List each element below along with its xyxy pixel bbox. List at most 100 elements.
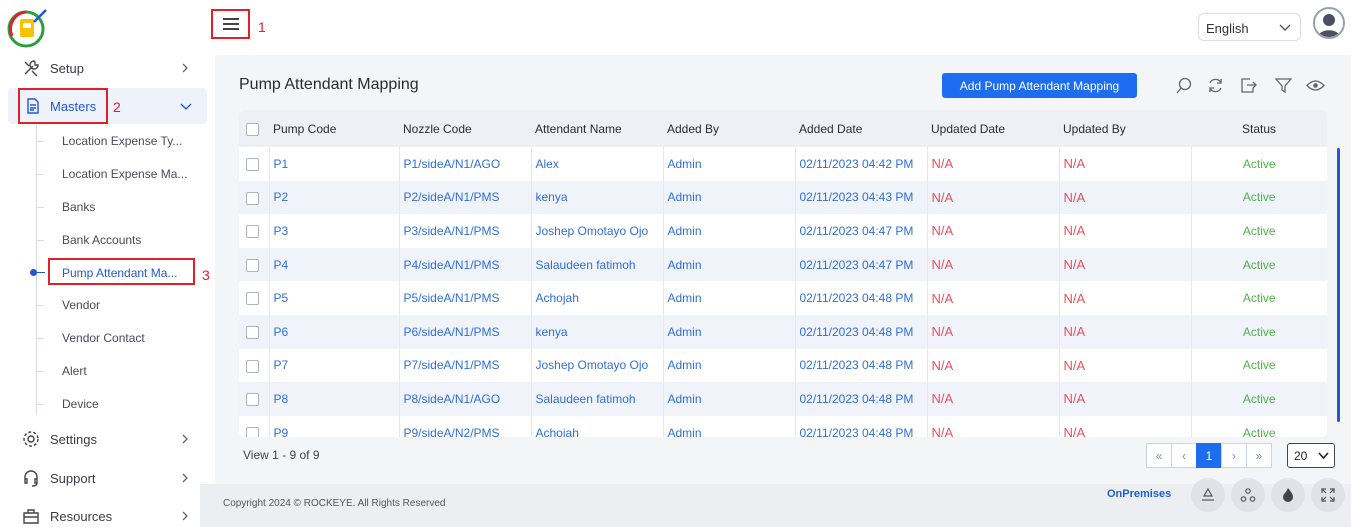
chevron-down-icon xyxy=(1279,24,1291,31)
row-checkbox[interactable] xyxy=(246,191,259,205)
row-checkbox[interactable] xyxy=(246,225,259,239)
row-select-cell xyxy=(239,281,270,315)
cell-updated-date: N/A xyxy=(927,247,1060,282)
page-size-value: 20 xyxy=(1294,449,1308,463)
tree-tick xyxy=(36,240,44,241)
table-row[interactable]: P4 P4/sideA/N1/PMS Salaudeen fatimoh Admin 0… xyxy=(239,247,1327,282)
briefcase-icon xyxy=(23,509,39,524)
prev-page-button[interactable]: ‹ xyxy=(1171,443,1197,468)
export-icon[interactable] xyxy=(1240,77,1257,94)
tree-tick xyxy=(36,207,44,208)
row-select-cell xyxy=(239,348,270,383)
row-checkbox[interactable] xyxy=(246,258,259,272)
chevron-right-icon xyxy=(182,511,188,521)
column-header-status[interactable]: Status xyxy=(1191,110,1327,147)
cell-updated-by: N/A xyxy=(1059,214,1192,248)
filter-icon[interactable] xyxy=(1275,77,1292,94)
cell-updated-date: N/A xyxy=(927,348,1060,383)
sidebar-subitem-banks[interactable]: Banks xyxy=(62,200,202,214)
cell-added-by: Admin xyxy=(663,214,796,248)
cell-status: Active xyxy=(1191,314,1327,349)
user-avatar[interactable] xyxy=(1313,7,1345,39)
sidebar-subitem-pump-attendant-mapping[interactable]: Pump Attendant Ma... xyxy=(62,266,192,280)
column-header-updated-by[interactable]: Updated By xyxy=(1059,110,1191,147)
cell-added-date: 02/11/2023 04:48 PM xyxy=(795,314,928,349)
tree-tick xyxy=(36,338,44,339)
cell-attendant-name: Alex xyxy=(531,147,664,181)
eye-icon[interactable] xyxy=(1306,77,1325,94)
add-pump-attendant-mapping-button[interactable]: Add Pump Attendant Mapping xyxy=(942,73,1137,98)
tree-tick xyxy=(36,371,44,372)
sidebar-subitem-vendor-contact[interactable]: Vendor Contact xyxy=(62,331,202,345)
column-header-updated-date[interactable]: Updated Date xyxy=(927,110,1059,147)
sidebar-item-setup[interactable]: Setup xyxy=(0,55,215,86)
cell-status: Active xyxy=(1191,247,1327,282)
chevron-right-icon xyxy=(182,434,188,444)
column-header-pump-code[interactable]: Pump Code xyxy=(269,110,399,147)
current-page-button[interactable]: 1 xyxy=(1196,443,1222,468)
table-row[interactable]: P7 P7/sideA/N1/PMS Joshep Omotayo Ojo Admin… xyxy=(239,348,1327,383)
column-header-attendant-name[interactable]: Attendant Name xyxy=(531,110,663,147)
table-row[interactable]: P2 P2/sideA/N1/PMS kenya Admin 02/11/2023 04… xyxy=(239,180,1327,215)
row-checkbox[interactable] xyxy=(246,393,259,407)
row-checkbox[interactable] xyxy=(246,426,259,437)
row-checkbox[interactable] xyxy=(246,325,259,339)
table-row[interactable]: P8 P8/sideA/N1/AGO Salaudeen fatimoh Admin 0… xyxy=(239,382,1327,416)
network-button[interactable] xyxy=(1231,478,1265,512)
fullscreen-button[interactable] xyxy=(1311,478,1345,512)
sidebar-item-resources[interactable]: Resources xyxy=(0,498,215,527)
sidebar-subitem-location-expense-mapping[interactable]: Location Expense Ma... xyxy=(62,167,202,181)
cell-added-date: 02/11/2023 04:43 PM xyxy=(795,180,928,215)
row-select-cell xyxy=(239,415,270,437)
annotation-marker-2: 2 xyxy=(113,99,121,115)
fullscreen-icon xyxy=(1321,488,1335,502)
menu-toggle-button[interactable] xyxy=(211,9,250,39)
sidebar: Setup Masters 2 Location Expense Ty... L… xyxy=(0,55,215,527)
sidebar-item-support[interactable]: Support xyxy=(0,460,215,496)
table-body: P1 P1/sideA/N1/AGO Alex Admin 02/11/2023 04:… xyxy=(239,147,1327,437)
recycle-button[interactable] xyxy=(1191,478,1225,512)
cell-updated-date: N/A xyxy=(927,281,1060,315)
cell-added-date: 02/11/2023 04:48 PM xyxy=(795,348,928,383)
table-row[interactable]: P3 P3/sideA/N1/PMS Joshep Omotayo Ojo Admin… xyxy=(239,214,1327,248)
cell-updated-date: N/A xyxy=(927,147,1060,181)
sidebar-subitem-alert[interactable]: Alert xyxy=(62,364,202,378)
first-page-button[interactable]: « xyxy=(1146,443,1172,468)
app-logo[interactable] xyxy=(6,5,50,49)
annotation-marker-1: 1 xyxy=(258,19,266,35)
last-page-button[interactable]: » xyxy=(1246,443,1272,468)
flame-button[interactable] xyxy=(1271,478,1305,512)
sidebar-item-settings[interactable]: Settings xyxy=(0,421,215,457)
cell-status: Active xyxy=(1191,180,1327,215)
column-header-added-date[interactable]: Added Date xyxy=(795,110,927,147)
table-row[interactable]: P6 P6/sideA/N1/PMS kenya Admin 02/11/2023 04… xyxy=(239,314,1327,349)
search-icon[interactable] xyxy=(1176,77,1193,94)
sidebar-item-masters[interactable]: Masters xyxy=(8,88,207,124)
page-size-select[interactable]: 20 xyxy=(1287,443,1335,468)
row-checkbox[interactable] xyxy=(246,359,259,373)
language-select[interactable]: English xyxy=(1198,13,1301,41)
sidebar-subitem-location-expense-type[interactable]: Location Expense Ty... xyxy=(62,134,202,148)
select-all-cell xyxy=(239,110,269,147)
sidebar-subitem-device[interactable]: Device xyxy=(62,397,202,411)
row-select-cell xyxy=(239,180,270,215)
sidebar-subitem-bank-accounts[interactable]: Bank Accounts xyxy=(62,233,202,247)
table-row[interactable]: P5 P5/sideA/N1/PMS Achojah Admin 02/11/2023 … xyxy=(239,281,1327,315)
row-checkbox[interactable] xyxy=(246,157,259,171)
table-row[interactable]: P9 P9/sideA/N2/PMS Achojah Admin 02/11/2023 … xyxy=(239,415,1327,437)
refresh-icon[interactable] xyxy=(1207,77,1224,94)
cell-updated-by: N/A xyxy=(1059,382,1192,416)
sidebar-item-label: Masters xyxy=(50,99,97,114)
active-indicator-line xyxy=(37,272,45,273)
row-checkbox[interactable] xyxy=(246,292,259,306)
select-all-checkbox[interactable] xyxy=(246,122,259,136)
table-scrollbar[interactable] xyxy=(1337,148,1340,422)
next-page-button[interactable]: › xyxy=(1221,443,1247,468)
cell-added-date: 02/11/2023 04:47 PM xyxy=(795,247,928,282)
table-row[interactable]: P1 P1/sideA/N1/AGO Alex Admin 02/11/2023 04:… xyxy=(239,147,1327,181)
sidebar-subitem-vendor[interactable]: Vendor xyxy=(62,298,202,312)
column-header-nozzle-code[interactable]: Nozzle Code xyxy=(399,110,531,147)
cell-added-by: Admin xyxy=(663,415,796,437)
column-header-added-by[interactable]: Added By xyxy=(663,110,795,147)
cell-pump-code: P7 xyxy=(269,348,400,383)
